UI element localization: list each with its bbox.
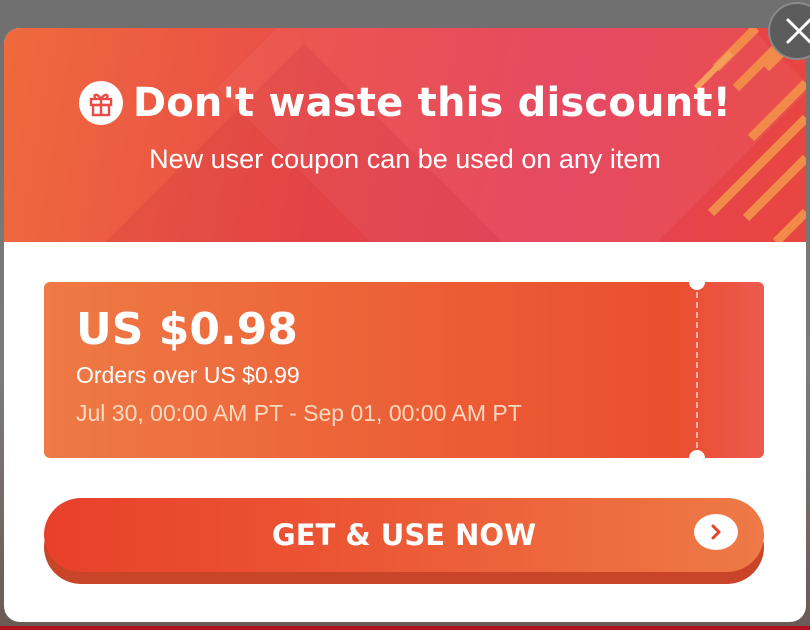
modal-title: Don't waste this discount! <box>132 80 732 126</box>
coupon-perforation <box>696 292 698 448</box>
coupon-validity: Jul 30, 00:00 AM PT - Sep 01, 00:00 AM P… <box>76 400 522 426</box>
modal-subtitle: New user coupon can be used on any item <box>149 144 661 174</box>
close-icon <box>786 18 810 44</box>
page-bottom-edge <box>0 626 810 630</box>
coupon-notch <box>689 450 705 458</box>
chevron-right-icon <box>694 514 738 550</box>
modal-header: Don't waste this discount! New user coup… <box>4 28 806 242</box>
cta-label: GET & USE NOW <box>271 518 537 552</box>
coupon-modal: Don't waste this discount! New user coup… <box>4 28 806 622</box>
coupon-amount: US $0.98 <box>76 304 298 355</box>
title-row: Don't waste this discount! <box>4 80 806 126</box>
get-and-use-now-button[interactable]: GET & USE NOW <box>44 498 764 572</box>
gift-icon <box>78 81 123 125</box>
coupon-card: US $0.98 Orders over US $0.99 Jul 30, 00… <box>44 282 764 458</box>
coupon-min-order: Orders over US $0.99 <box>76 362 300 388</box>
close-button[interactable] <box>768 2 810 60</box>
coupon-notch <box>689 282 705 290</box>
